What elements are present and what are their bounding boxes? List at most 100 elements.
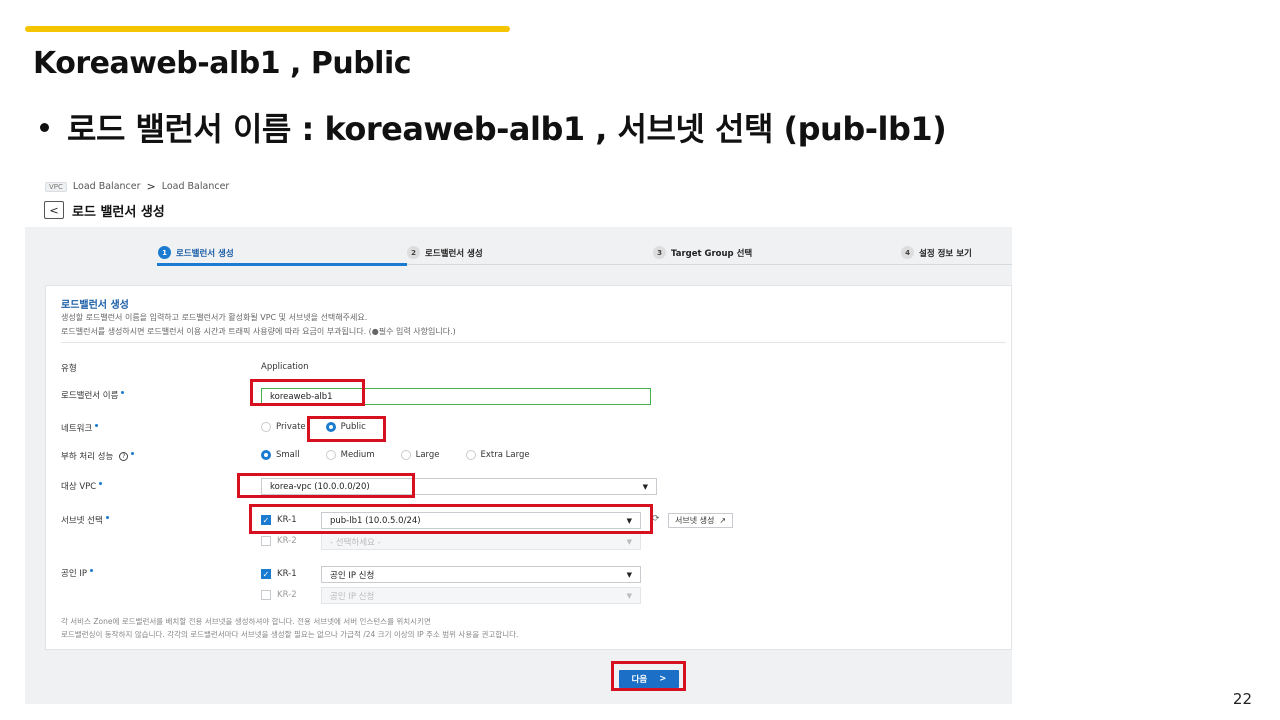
- radio-label: Medium: [340, 450, 375, 460]
- subnet-footnote: 각 서비스 Zone에 로드밸런서를 배치할 전용 서브넷을 생성하셔야 합니다…: [61, 617, 431, 626]
- required-dot: [89, 569, 93, 572]
- external-link-icon: ↗: [719, 516, 727, 525]
- radio-circle-icon: [325, 450, 336, 460]
- next-button-label: 다음: [631, 675, 648, 685]
- step-label: 로드밸런서 생성: [425, 248, 483, 259]
- network-label-text: 네트워크: [61, 424, 93, 434]
- form-card: 로드밸런서 생성 생성할 로드밸런서 이름을 입력하고 로드밸런서가 활성화될 …: [45, 285, 1012, 650]
- page-number: 22: [1232, 690, 1252, 708]
- refresh-icon[interactable]: ⟳: [652, 514, 660, 524]
- slide-bullet-text: 로드 밸런서 이름 : koreaweb-alb1 , 서브넷 선택 (pub-…: [67, 110, 947, 148]
- name-input-value: koreaweb-alb1: [270, 391, 333, 402]
- capacity-small-radio[interactable]: Small: [261, 450, 300, 460]
- accent-bar: [25, 26, 510, 32]
- breadcrumb-item-load-balancer-current: Load Balancer: [161, 181, 230, 192]
- breadcrumb-item-load-balancer[interactable]: Load Balancer: [73, 181, 141, 192]
- radio-label: Small: [276, 450, 300, 460]
- caret-down-icon: ▼: [626, 591, 632, 600]
- step-number: 1: [158, 246, 171, 259]
- page-title: 로드 밸런서 생성: [72, 205, 165, 220]
- check-icon: ✓: [261, 569, 271, 579]
- next-button[interactable]: 다음 >: [619, 670, 679, 688]
- vpc-badge: VPC: [45, 181, 67, 192]
- back-button[interactable]: <: [44, 201, 64, 219]
- vpc-label: 대상 VPC: [61, 480, 103, 492]
- slide-title: Koreaweb-alb1 , Public: [33, 46, 412, 81]
- step-label: 로드밸런서 생성: [176, 248, 234, 259]
- checkbox-label: KR-2: [277, 536, 297, 546]
- capacity-label-text: 부하 처리 성능: [61, 452, 114, 462]
- radio-circle-icon: [400, 450, 411, 460]
- card-title: 로드밸런서 생성: [61, 300, 129, 311]
- capacity-large-radio[interactable]: Large: [400, 450, 440, 460]
- radio-circle-icon: [465, 450, 476, 460]
- vpc-select[interactable]: korea-vpc (10.0.0.0/20) ▼: [261, 478, 657, 495]
- ip-kr2-select: 공인 IP 신청 ▼: [321, 587, 641, 604]
- radio-label: Extra Large: [480, 450, 530, 460]
- type-value: Application: [261, 362, 309, 372]
- network-public-radio[interactable]: Public: [325, 422, 366, 432]
- console-screenshot: VPC Load Balancer > Load Balancer < 로드 밸…: [25, 176, 1012, 704]
- type-label-text: 유형: [61, 364, 77, 374]
- chevron-left-icon: <: [49, 203, 59, 217]
- capacity-medium-radio[interactable]: Medium: [325, 450, 375, 460]
- subnet-kr1-checkbox[interactable]: ✓ KR-1: [261, 515, 297, 525]
- card-description: 생성할 로드밸런서 이름을 입력하고 로드밸런서가 활성화될 VPC 및 서브넷…: [61, 313, 368, 322]
- network-label: 네트워크: [61, 422, 99, 434]
- subnet-kr2-checkbox[interactable]: KR-2: [261, 536, 297, 546]
- step-4: 4 설정 정보 보기: [901, 246, 972, 259]
- capacity-radio-group: Small Medium Large Extra Large: [261, 450, 556, 460]
- subnet-kr2-select: - 선택하세요 - ▼: [321, 533, 641, 550]
- load-balancer-name-input[interactable]: koreaweb-alb1: [261, 388, 651, 405]
- checkbox-label: KR-1: [277, 569, 297, 579]
- step-label: 설정 정보 보기: [919, 248, 972, 259]
- chevron-right-icon: >: [659, 674, 667, 684]
- subnet-footnote-2: 로드밸런싱이 동작하지 않습니다. 각각의 로드밸런서마다 서브넷을 생성할 필…: [61, 630, 519, 639]
- create-subnet-button[interactable]: 서브넷 생성 ↗: [668, 513, 734, 528]
- card-description-fee: 로드밸런서를 생성하시면 로드밸런서 이용 시간과 트래픽 사용량에 따라 요금…: [61, 327, 456, 336]
- step-number: 4: [901, 246, 914, 259]
- type-label: 유형: [61, 362, 77, 374]
- required-dot: [131, 452, 135, 455]
- public-ip-label: 공인 IP: [61, 567, 93, 579]
- slide-bullet: 로드 밸런서 이름 : koreaweb-alb1 , 서브넷 선택 (pub-…: [40, 104, 947, 150]
- checkbox-empty-icon: [261, 590, 271, 600]
- step-3: 3 Target Group 선택: [653, 246, 752, 259]
- divider: [61, 342, 1006, 343]
- vpc-select-value: korea-vpc (10.0.0.0/20): [270, 481, 370, 492]
- subnet-label-text: 서브넷 선택: [61, 516, 103, 526]
- bullet-dot: [40, 122, 49, 132]
- stepper-progress: [157, 263, 407, 266]
- help-icon[interactable]: ?: [119, 451, 129, 461]
- ip-kr1-checkbox[interactable]: ✓ KR-1: [261, 569, 297, 579]
- radio-label: Private: [276, 422, 306, 432]
- caret-down-icon: ▼: [626, 516, 632, 525]
- capacity-extra-large-radio[interactable]: Extra Large: [465, 450, 530, 460]
- required-dot: [121, 391, 125, 394]
- radio-label: Large: [415, 450, 440, 460]
- network-radio-group: Private Public: [261, 422, 392, 432]
- step-label: Target Group 선택: [671, 248, 753, 259]
- radio-label: Public: [340, 422, 366, 432]
- create-subnet-label: 서브넷 생성: [675, 516, 715, 525]
- required-dot: [105, 516, 109, 519]
- stepper: 1 로드밸런서 생성 2 로드밸런서 생성 3 Target Group 선택 …: [25, 227, 1012, 267]
- required-dot: [99, 482, 103, 485]
- subnet-kr1-select[interactable]: pub-lb1 (10.0.5.0/24) ▼: [321, 512, 641, 529]
- network-private-radio[interactable]: Private: [261, 422, 306, 432]
- subnet-kr2-value: - 선택하세요 -: [330, 537, 381, 548]
- step-number: 2: [407, 246, 420, 259]
- vpc-label-text: 대상 VPC: [61, 482, 97, 492]
- subnet-label: 서브넷 선택: [61, 514, 109, 526]
- checkbox-label: KR-1: [277, 515, 297, 525]
- check-icon: ✓: [261, 515, 271, 525]
- ip-kr1-select[interactable]: 공인 IP 신청 ▼: [321, 566, 641, 583]
- ip-kr2-value: 공인 IP 신청: [330, 591, 375, 602]
- ip-kr2-checkbox[interactable]: KR-2: [261, 590, 297, 600]
- step-number: 3: [653, 246, 666, 259]
- caret-down-icon: ▼: [642, 482, 648, 491]
- checkbox-label: KR-2: [277, 590, 297, 600]
- radio-circle-icon: [261, 422, 271, 432]
- caret-down-icon: ▼: [626, 570, 632, 579]
- step-2: 2 로드밸런서 생성: [407, 246, 483, 259]
